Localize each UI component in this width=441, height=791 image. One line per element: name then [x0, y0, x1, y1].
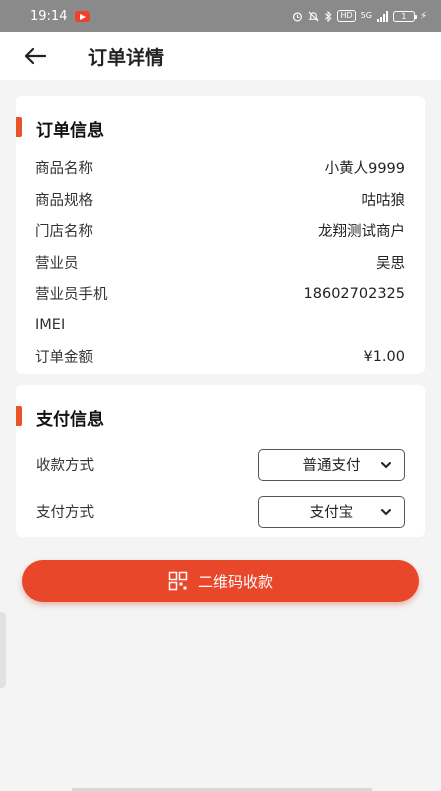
network-type: 5G	[360, 11, 372, 20]
qrcode-icon	[168, 571, 188, 591]
hd-badge: HD	[337, 10, 356, 22]
row-label: IMEI	[35, 317, 66, 334]
collect-method-row: 收款方式 普通支付	[16, 441, 425, 488]
charging-icon: ⚡	[419, 10, 427, 22]
signal-icon	[376, 10, 388, 22]
edge-swipe-handle	[0, 612, 6, 688]
arrow-left-icon	[24, 47, 46, 65]
mute-icon	[308, 11, 319, 21]
status-bar: 19:14 HD 5G 1 ⚡	[0, 0, 441, 32]
payment-info-header: 支付信息	[16, 385, 425, 441]
collect-method-select[interactable]: 普通支付	[258, 448, 405, 481]
section-accent-bar	[16, 117, 22, 137]
chevron-down-icon	[381, 461, 391, 468]
qr-payment-button[interactable]: 二维码收款	[22, 560, 419, 602]
row-product-name: 商品名称 小黄人9999	[16, 152, 425, 184]
order-info-header: 订单信息	[16, 96, 425, 152]
payment-method-value: 支付宝	[309, 505, 354, 521]
row-order-amount: 订单金额 ¥1.00	[16, 341, 425, 373]
nav-bar: 订单详情	[0, 32, 441, 80]
payment-method-label: 支付方式	[36, 505, 94, 521]
row-imei: IMEI	[16, 310, 425, 342]
row-label: 营业员手机	[35, 287, 108, 304]
bluetooth-icon	[325, 10, 332, 22]
row-value: 小黄人9999	[324, 161, 405, 178]
row-value: 18602702325	[303, 285, 405, 302]
status-time: 19:14	[30, 8, 68, 24]
payment-method-select[interactable]: 支付宝	[258, 495, 405, 528]
row-value: 吴思	[376, 255, 405, 272]
row-salesperson-phone: 营业员手机 18602702325	[16, 278, 425, 310]
payment-info-card: 支付信息 收款方式 普通支付 支付方式 支付宝	[16, 385, 425, 537]
payment-method-row: 支付方式 支付宝	[16, 488, 425, 535]
chevron-down-icon	[381, 508, 391, 515]
order-info-card: 订单信息 商品名称 小黄人9999 商品规格 咕咕狼 门店名称 龙翔测试商户 营…	[16, 96, 425, 374]
row-value: 咕咕狼	[361, 192, 406, 209]
page-title: 订单详情	[88, 46, 165, 69]
video-notification-icon	[75, 10, 91, 22]
row-value: 龙翔测试商户	[318, 224, 405, 241]
row-product-spec: 商品规格 咕咕狼	[16, 184, 425, 216]
collect-method-label: 收款方式	[36, 458, 94, 474]
qr-payment-label: 二维码收款	[197, 572, 273, 591]
row-label: 订单金额	[35, 350, 93, 367]
alarm-icon	[293, 11, 303, 21]
row-label: 门店名称	[35, 224, 93, 241]
payment-info-title: 支付信息	[36, 409, 104, 430]
row-label: 商品规格	[35, 192, 93, 209]
section-accent-bar	[16, 406, 22, 426]
back-button[interactable]	[0, 32, 70, 80]
collect-method-value: 普通支付	[302, 458, 361, 474]
order-info-title: 订单信息	[36, 120, 104, 141]
row-label: 营业员	[35, 255, 79, 272]
row-salesperson: 营业员 吴思	[16, 247, 425, 279]
battery-icon: 1	[392, 10, 417, 22]
row-label: 商品名称	[35, 161, 93, 178]
row-value: ¥1.00	[363, 348, 405, 365]
row-store-name: 门店名称 龙翔测试商户	[16, 215, 425, 247]
